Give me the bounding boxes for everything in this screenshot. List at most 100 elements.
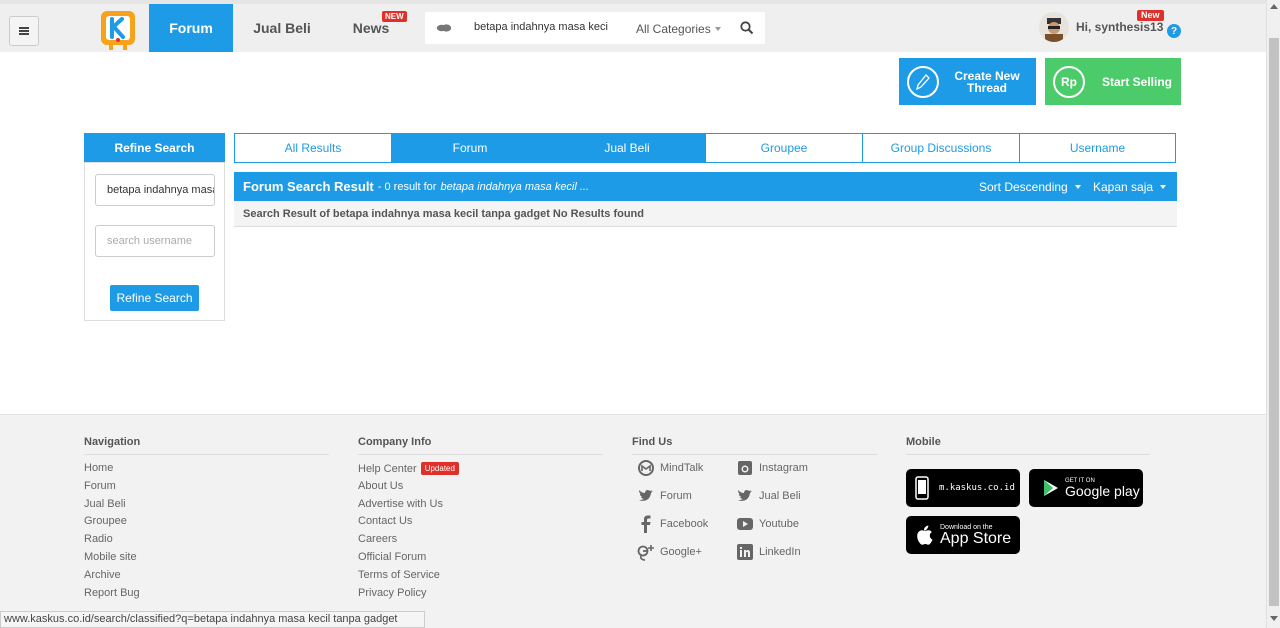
category-select[interactable]: All Categories <box>636 22 711 36</box>
footer-heading: Company Info <box>358 436 603 455</box>
app-store-text: Download on the App Store <box>940 524 1011 547</box>
result-header: Forum Search Result - 0 result for betap… <box>234 172 1177 201</box>
find-us-mindtalk[interactable]: MindTalk <box>637 459 703 477</box>
linkedin-icon <box>736 543 754 561</box>
twitter-icon <box>736 487 754 505</box>
google-play-big: Google play <box>1065 483 1140 499</box>
find-us-youtube[interactable]: Youtube <box>736 515 799 533</box>
nav-tab-forum[interactable]: Forum <box>149 4 233 52</box>
facebook-icon <box>637 515 655 533</box>
google-play-text: GET IT ON Google play <box>1065 478 1140 498</box>
scroll-down-icon[interactable] <box>1270 616 1278 621</box>
sort-dropdown[interactable]: Sort Descending <box>979 180 1081 194</box>
find-us-twitter-jual-beli[interactable]: Jual Beli <box>736 487 801 505</box>
instagram-icon <box>736 459 754 477</box>
start-selling-label: Start Selling <box>1102 74 1173 89</box>
refine-query-input[interactable]: betapa indahnya masa kecil tanpa gadget <box>95 174 215 206</box>
find-us-google-plus[interactable]: Google+ <box>637 543 702 561</box>
find-us-facebook[interactable]: Facebook <box>637 515 708 533</box>
scrollbar-thumb[interactable] <box>1269 38 1279 606</box>
result-query: betapa indahnya masa kecil ... <box>440 180 590 193</box>
refine-search-panel: betapa indahnya masa kecil tanpa gadget … <box>84 162 225 321</box>
google-play-icon <box>1043 479 1059 497</box>
tab-group-discussions[interactable]: Group Discussions <box>863 134 1020 162</box>
footer-link-advertise[interactable]: Advertise with Us <box>358 496 603 514</box>
footer-link-privacy[interactable]: Privacy Policy <box>358 585 603 603</box>
create-thread-label: Create New Thread <box>954 68 1020 95</box>
pencil-icon <box>907 65 939 98</box>
find-us-instagram[interactable]: Instagram <box>736 459 808 477</box>
create-thread-button[interactable]: Create New Thread <box>899 58 1036 105</box>
footer-link-groupee[interactable]: Groupee <box>84 513 329 531</box>
footer-link-archive[interactable]: Archive <box>84 567 329 585</box>
footer-link-official-forum[interactable]: Official Forum <box>358 549 603 567</box>
twitter-icon <box>637 487 655 505</box>
footer: Navigation Home Forum Jual Beli Groupee … <box>0 414 1266 628</box>
find-us-label: Facebook <box>660 518 709 530</box>
search-icon[interactable] <box>740 21 754 35</box>
footer-link-mobile-site[interactable]: Mobile site <box>84 549 329 567</box>
nav-tab-label: News <box>352 20 390 36</box>
scroll-up-icon[interactable] <box>1270 4 1278 9</box>
menu-button[interactable] <box>9 16 39 46</box>
refine-search-title: Refine Search <box>84 133 225 162</box>
help-icon[interactable]: ? <box>1167 24 1181 38</box>
footer-link-careers[interactable]: Careers <box>358 531 603 549</box>
mkaskus-label: m.kaskus.co.id <box>939 483 1015 493</box>
cloud-icon <box>436 24 452 32</box>
start-selling-button[interactable]: Rp Start Selling <box>1045 58 1181 105</box>
tab-groupee[interactable]: Groupee <box>706 134 863 162</box>
vertical-scrollbar[interactable] <box>1266 0 1280 628</box>
tab-jual-beli[interactable]: Jual Beli <box>549 134 706 162</box>
mkaskus-button[interactable]: m.kaskus.co.id <box>906 469 1020 507</box>
result-tabs: All Results Forum Jual Beli Groupee Grou… <box>234 133 1176 163</box>
footer-link-report-bug[interactable]: Report Bug <box>84 585 329 603</box>
find-us-label: Forum <box>660 490 692 502</box>
find-us-label: Google+ <box>660 546 702 558</box>
phone-icon <box>915 476 929 500</box>
footer-link-jual-beli[interactable]: Jual Beli <box>84 496 329 514</box>
username-input[interactable]: search username <box>95 225 215 257</box>
footer-find-us: Find Us <box>632 436 877 455</box>
kaskus-logo[interactable] <box>98 9 138 51</box>
footer-link-radio[interactable]: Radio <box>84 531 329 549</box>
tab-forum[interactable]: Forum <box>392 134 549 162</box>
footer-heading: Find Us <box>632 436 877 455</box>
user-new-badge: New <box>1137 10 1164 21</box>
apple-icon <box>915 525 933 545</box>
sort-label: Sort Descending <box>979 179 1068 194</box>
chevron-down-icon <box>1074 185 1081 190</box>
app-store-button[interactable]: Download on the App Store <box>906 516 1020 554</box>
tab-username[interactable]: Username <box>1020 134 1175 162</box>
chevron-down-icon <box>715 27 721 31</box>
tab-all-results[interactable]: All Results <box>235 134 392 162</box>
nav-tab-label: Forum <box>169 20 213 36</box>
rupiah-icon: Rp <box>1053 65 1085 98</box>
google-play-button[interactable]: GET IT ON Google play <box>1029 469 1143 507</box>
nav-tab-jual-beli[interactable]: Jual Beli <box>243 4 321 52</box>
youtube-icon <box>736 515 754 533</box>
search-bar[interactable]: betapa indahnya masa keci All Categories <box>425 12 765 44</box>
no-results-message: Search Result of betapa indahnya masa ke… <box>234 201 1177 227</box>
app-store-big: App Store <box>940 529 1012 547</box>
refine-search-button[interactable]: Refine Search <box>110 285 199 311</box>
footer-link-contact-us[interactable]: Contact Us <box>358 513 603 531</box>
find-us-label: Instagram <box>759 462 808 474</box>
find-us-label: Youtube <box>759 518 799 530</box>
footer-link-help-center[interactable]: Help Center Updated <box>358 460 603 478</box>
footer-link-terms[interactable]: Terms of Service <box>358 567 603 585</box>
time-filter-dropdown[interactable]: Kapan saja <box>1093 180 1167 194</box>
find-us-twitter-forum[interactable]: Forum <box>637 487 692 505</box>
find-us-linkedin[interactable]: LinkedIn <box>736 543 801 561</box>
footer-link-about-us[interactable]: About Us <box>358 478 603 496</box>
footer-link-home[interactable]: Home <box>84 460 329 478</box>
result-title: Forum Search Result <box>243 179 374 194</box>
hamburger-icon <box>19 27 29 35</box>
news-new-badge: NEW <box>382 11 407 22</box>
google-plus-icon <box>637 543 655 561</box>
help-center-label: Help Center <box>358 463 417 475</box>
search-input[interactable]: betapa indahnya masa keci <box>474 21 608 33</box>
footer-company-info: Company Info Help Center Updated About Us… <box>358 436 603 602</box>
chevron-down-icon <box>1160 185 1167 190</box>
footer-link-forum[interactable]: Forum <box>84 478 329 496</box>
